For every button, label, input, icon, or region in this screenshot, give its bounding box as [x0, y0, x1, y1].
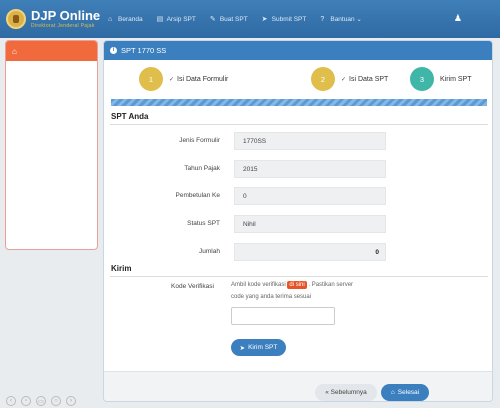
spt-panel: i SPT 1770 SS 1 ✓ Isi Data Formulir 2 ✓ Is…	[103, 40, 493, 402]
label-status-spt: Status SPT	[187, 220, 220, 227]
wizard-step-3[interactable]: 3 Kirim SPT	[410, 67, 472, 91]
print-icon[interactable]: ▭	[36, 396, 46, 406]
djp-logo-icon	[6, 9, 26, 29]
panel-title: SPT 1770 SS	[121, 46, 167, 55]
top-navbar: DJP Online Direktorat Jenderal Pajak ⌂ B…	[0, 0, 500, 38]
divider	[110, 124, 488, 125]
sidebar: ⌂	[5, 40, 98, 250]
home-icon: ⌂	[108, 15, 113, 23]
label-pembetulan-ke: Pembetulan Ke	[175, 192, 220, 199]
wizard-progress-bar	[111, 99, 487, 106]
divider	[110, 276, 488, 277]
wizard-steps: 1 ✓ Isi Data Formulir 2 ✓ Isi Data SPT 3 K…	[104, 60, 492, 101]
field-status-spt: Nihil	[234, 215, 386, 233]
edit-icon: ✎	[209, 15, 216, 23]
send-icon: ➤	[261, 15, 268, 23]
label-jenis-formulir: Jenis Formulir	[179, 137, 220, 144]
previous-button[interactable]: « Sebelumnya	[315, 384, 377, 401]
panel-footer: « Sebelumnya ⌂ Selesai	[104, 371, 492, 401]
get-code-link[interactable]: di sini	[287, 281, 307, 289]
send-icon: ➤	[239, 344, 246, 352]
nav-label: Arsip SPT	[166, 15, 196, 23]
field-pembetulan-ke: 0	[234, 187, 386, 205]
check-icon: ✓	[341, 76, 347, 83]
nav-label: Bantuan ⌄	[330, 16, 362, 23]
label-kode-verifikasi: Kode Verifikasi	[171, 283, 214, 290]
brand-subtitle: Direktorat Jenderal Pajak	[31, 23, 95, 29]
back-icon[interactable]: ‹	[6, 396, 16, 406]
forward-icon[interactable]: ›	[66, 396, 76, 406]
field-jenis-formulir: 1770SS	[234, 132, 386, 150]
section-title-spt-anda: SPT Anda	[111, 112, 149, 121]
verification-help: Ambil kode verifikasi di sini . Pastikan…	[231, 281, 354, 289]
field-jumlah: 0	[234, 243, 386, 261]
sidebar-home[interactable]: ⌂	[6, 41, 97, 61]
bottom-toolbar: ‹ ▫ ▭ ○ ›	[0, 394, 120, 408]
label-jumlah: Jumlah	[199, 248, 220, 255]
nav-item-beranda[interactable]: ⌂ Beranda	[108, 16, 143, 23]
step-label: Isi Data SPT	[349, 75, 389, 83]
nav-item-bantuan[interactable]: ? Bantuan ⌄	[320, 15, 362, 24]
archive-icon: ▤	[156, 15, 164, 23]
kirim-spt-label: Kirim SPT	[248, 344, 278, 351]
section-title-kirim: Kirim	[111, 264, 132, 273]
field-tahun-pajak: 2015	[234, 160, 386, 178]
nav-label: Buat SPT	[219, 15, 248, 23]
user-icon[interactable]: ♟	[454, 13, 462, 24]
finish-label: Selesai	[397, 389, 420, 396]
brand[interactable]: DJP Online Direktorat Jenderal Pajak	[0, 9, 108, 29]
check-icon: ✓	[169, 76, 175, 83]
nav-label: Submit SPT	[271, 15, 307, 23]
verification-code-input[interactable]	[231, 307, 335, 325]
nav-item-arsip-spt[interactable]: ▤ Arsip SPT	[157, 16, 196, 23]
step-number: 2	[311, 67, 335, 91]
verif-text-c: code yang anda terima sesuai	[231, 294, 312, 300]
label-tahun-pajak: Tahun Pajak	[184, 165, 220, 172]
home-icon: ⌂	[12, 46, 17, 56]
step-number: 3	[410, 67, 434, 91]
nav-menu: ⌂ Beranda ▤ Arsip SPT ✎ Buat SPT ➤ Submi…	[108, 15, 376, 24]
home-icon: ⌂	[390, 389, 395, 396]
finish-button[interactable]: ⌂ Selesai	[381, 384, 429, 401]
nav-label: Beranda	[118, 15, 143, 23]
info-icon: i	[110, 47, 117, 54]
nav-item-submit-spt[interactable]: ➤ Submit SPT	[262, 16, 307, 23]
help-icon: ?	[320, 15, 325, 23]
kirim-spt-button[interactable]: ➤ Kirim SPT	[231, 339, 286, 356]
step-label: Isi Data Formulir	[177, 75, 229, 83]
step-label: Kirim SPT	[440, 75, 472, 83]
step-number: 1	[139, 67, 163, 91]
verif-text-a: Ambil kode verifikasi	[231, 282, 286, 288]
panel-header: i SPT 1770 SS	[104, 41, 492, 60]
brand-title: DJP Online	[31, 8, 101, 23]
nav-item-buat-spt[interactable]: ✎ Buat SPT	[210, 16, 248, 23]
wizard-step-1[interactable]: 1 ✓ Isi Data Formulir	[139, 67, 228, 91]
verif-text-b: . Pastikan server	[308, 282, 354, 288]
page-icon[interactable]: ▫	[21, 396, 31, 406]
wizard-step-2[interactable]: 2 ✓ Isi Data SPT	[311, 67, 388, 91]
zoom-icon[interactable]: ○	[51, 396, 61, 406]
